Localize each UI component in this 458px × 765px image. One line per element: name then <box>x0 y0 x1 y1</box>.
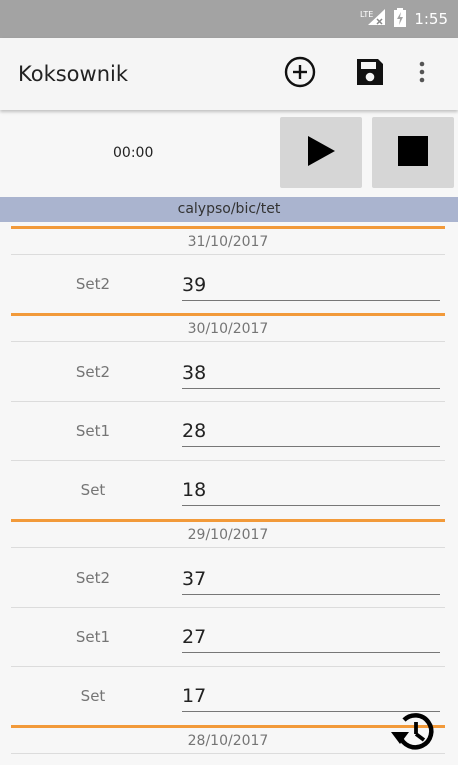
add-button[interactable] <box>280 54 320 94</box>
divider <box>11 341 445 342</box>
stop-icon <box>398 135 428 170</box>
app-bar: Koksownik <box>0 38 458 110</box>
exercise-header: calypso/bic/tet <box>0 197 458 222</box>
status-time: 1:55 <box>414 10 448 28</box>
status-icons: LTE 1:55 <box>360 0 448 38</box>
divider <box>11 254 445 255</box>
history-icon <box>387 706 439 762</box>
status-bar: LTE 1:55 <box>0 0 458 38</box>
set-value-field[interactable]: 38 <box>182 358 440 389</box>
set-value-field[interactable]: 28 <box>182 416 440 447</box>
day-date: 30/10/2017 <box>187 321 269 337</box>
set-value-field[interactable]: 27 <box>182 622 440 653</box>
divider <box>11 666 445 667</box>
history-button[interactable] <box>386 707 440 761</box>
divider <box>11 607 445 608</box>
day-date: 29/10/2017 <box>187 527 269 543</box>
more-options-button[interactable] <box>410 54 434 94</box>
set-label: Set2 <box>75 363 111 381</box>
timer-panel: 00:00 <box>0 110 458 197</box>
set-label: Set2 <box>75 569 111 587</box>
divider <box>11 401 445 402</box>
set-value-field[interactable]: 39 <box>182 270 440 301</box>
set-label: Set1 <box>75 628 111 646</box>
stop-button[interactable] <box>372 117 454 188</box>
save-icon <box>354 56 386 92</box>
battery-charging-icon <box>394 7 407 31</box>
divider <box>11 753 445 754</box>
set-label: Set2 <box>75 275 111 293</box>
day-date: 28/10/2017 <box>187 733 269 749</box>
set-value-field[interactable]: 18 <box>182 475 440 506</box>
timer-display: 00:00 <box>113 145 154 161</box>
play-icon <box>306 135 336 171</box>
save-button[interactable] <box>350 54 390 94</box>
add-circle-icon <box>284 56 316 92</box>
day-date: 31/10/2017 <box>187 234 269 250</box>
more-vert-icon <box>419 61 425 87</box>
divider <box>11 460 445 461</box>
svg-text:LTE: LTE <box>360 10 373 19</box>
set-value-field[interactable]: 37 <box>182 564 440 595</box>
app-title: Koksownik <box>18 62 129 86</box>
set-label: Set1 <box>75 422 111 440</box>
lte-signal-icon: LTE <box>360 8 386 30</box>
set-label: Set <box>80 687 106 705</box>
divider <box>11 547 445 548</box>
set-label: Set <box>80 481 106 499</box>
play-button[interactable] <box>280 117 362 188</box>
